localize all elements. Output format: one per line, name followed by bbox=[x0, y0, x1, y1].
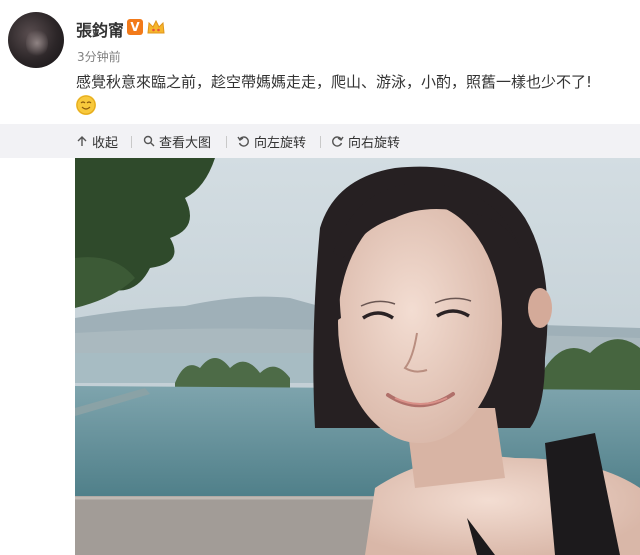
post-text: 感覺秋意來臨之前，趁空帶媽媽走走，爬山、游泳，小酌，照舊一樣也少不了! bbox=[76, 73, 593, 91]
username[interactable]: 張鈞甯 bbox=[76, 17, 124, 41]
rotate-left-label: 向左旋转 bbox=[254, 135, 307, 151]
avatar[interactable] bbox=[8, 12, 64, 68]
image-toolbar: 收起 查看大图 向左旋转 向右旋转 bbox=[0, 124, 640, 158]
post-photo[interactable] bbox=[75, 158, 640, 555]
rotate-right-button[interactable]: 向右旋转 bbox=[331, 124, 400, 158]
view-large-button[interactable]: 查看大图 bbox=[143, 124, 211, 158]
verified-icon: V bbox=[127, 19, 143, 35]
crown-icon bbox=[147, 19, 165, 34]
rotate-left-button[interactable]: 向左旋转 bbox=[237, 124, 306, 158]
rotate-left-icon bbox=[237, 135, 249, 147]
view-large-label: 查看大图 bbox=[159, 135, 212, 151]
search-icon bbox=[143, 135, 155, 147]
post-timestamp[interactable]: 3分钟前 bbox=[77, 48, 121, 65]
emoji-icon bbox=[76, 95, 96, 115]
collapse-icon bbox=[77, 136, 87, 146]
collapse-label: 收起 bbox=[92, 135, 119, 151]
rotate-right-icon bbox=[332, 135, 344, 147]
rotate-right-label: 向右旋转 bbox=[348, 135, 401, 151]
collapse-button[interactable]: 收起 bbox=[76, 124, 118, 158]
